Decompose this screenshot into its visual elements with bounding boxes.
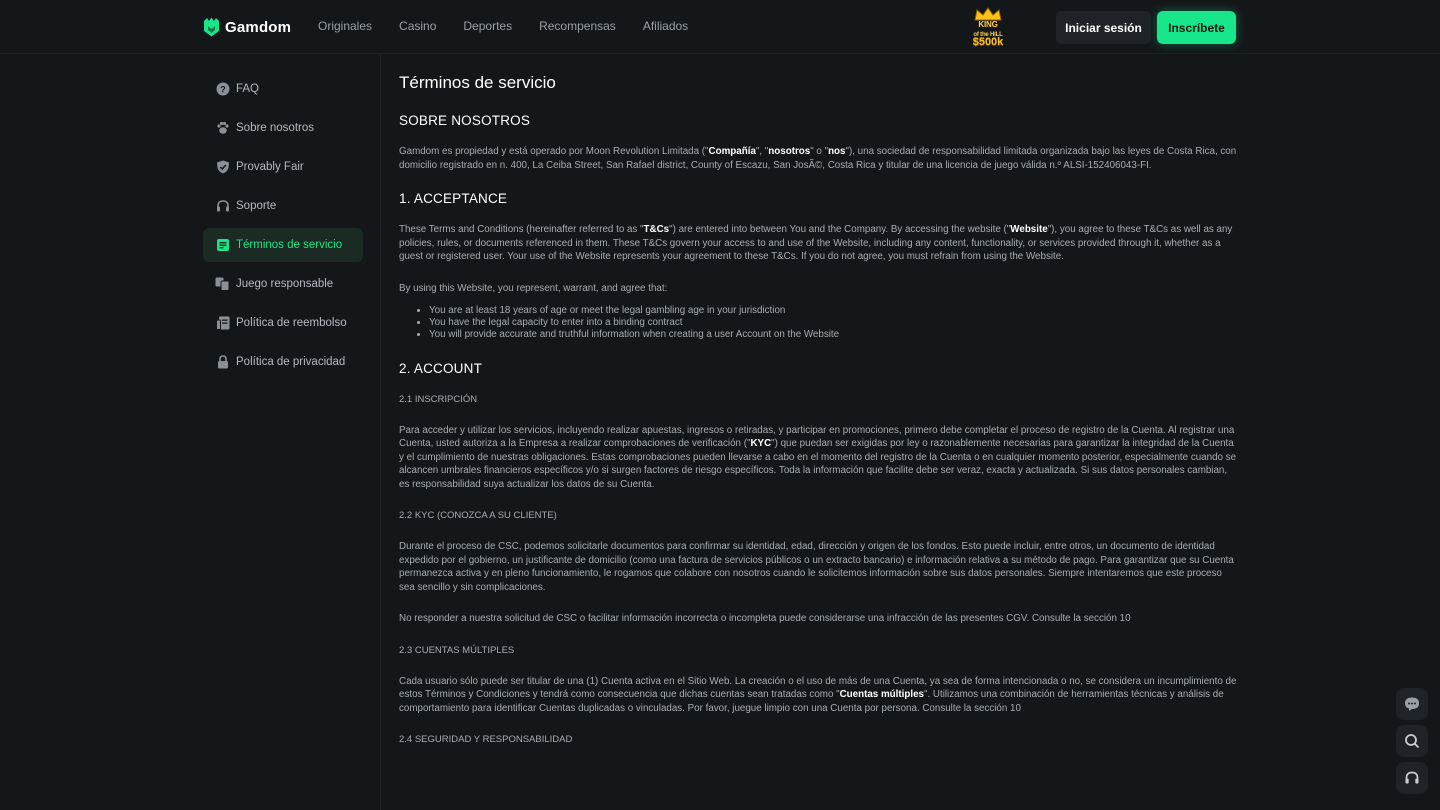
registration-paragraph: Para acceder y utilizar los servicios, i… — [399, 424, 1237, 492]
signup-button[interactable]: Inscríbete — [1157, 11, 1236, 44]
sidebar-item-privacy-policy[interactable]: Política de privacidad — [203, 345, 363, 379]
acceptance-intro: By using this Website, you represent, wa… — [399, 282, 668, 294]
subsection-heading-registration: 2.1 INSCRIPCIÓN — [399, 393, 478, 405]
text-segment: ") are entered into between You and the … — [669, 224, 1011, 235]
sidebar-item-support[interactable]: Soporte — [203, 189, 363, 223]
sidebar-item-label: Soporte — [236, 200, 277, 212]
text-segment: These Terms and Conditions (hereinafter … — [399, 224, 644, 235]
acceptance-bullet-list: You are at least 18 years of age or meet… — [429, 305, 1237, 342]
promo-line1: KING — [978, 20, 998, 29]
about-paragraph: Gamdom es propiedad y está operado por M… — [399, 145, 1237, 172]
sidebar-item-label: Términos de servicio — [236, 239, 343, 251]
section-heading-account: 2. ACCOUNT — [399, 360, 483, 376]
refund-icon — [215, 316, 230, 331]
help-sidebar: ? FAQ Sobre nosotros Provably Fair Sopor… — [203, 72, 363, 384]
terms-content: Términos de servicio SOBRE NOSOTROS Gamd… — [399, 72, 1237, 764]
multiple-accounts-paragraph: Cada usuario sólo puede ser titular de u… — [399, 675, 1237, 716]
sidebar-item-about[interactable]: Sobre nosotros — [203, 111, 363, 145]
list-item: You are at least 18 years of age or meet… — [429, 305, 1237, 317]
kyc-paragraph: Durante el proceso de CSC, podemos solic… — [399, 541, 1234, 593]
bold-term: T&Cs — [643, 224, 670, 235]
support-button[interactable] — [1396, 762, 1428, 794]
section-heading-about: SOBRE NOSOTROS — [399, 113, 531, 128]
lock-icon — [215, 355, 230, 370]
search-button[interactable] — [1396, 725, 1428, 757]
sidebar-item-label: FAQ — [236, 83, 260, 95]
sidebar-item-label: Provably Fair — [236, 161, 304, 173]
sidebar-item-faq[interactable]: ? FAQ — [203, 72, 363, 106]
search-icon — [1405, 734, 1420, 749]
question-icon: ? — [215, 82, 230, 97]
gamdom-logo[interactable]: Gamdom — [203, 17, 291, 37]
chat-button[interactable] — [1396, 688, 1428, 720]
subsection-heading-multiple-accounts: 2.3 CUENTAS MÚLTIPLES — [399, 644, 515, 656]
headset-icon — [215, 199, 230, 214]
nav-originales[interactable]: Originales — [318, 19, 372, 33]
cards-icon — [215, 277, 230, 292]
page-title: Términos de servicio — [399, 73, 556, 92]
top-header: Gamdom Originales Casino Deportes Recomp… — [0, 0, 1440, 54]
crown-icon — [974, 7, 1002, 21]
section-heading-acceptance: 1. ACCEPTANCE — [399, 191, 508, 206]
nav-recompensas[interactable]: Recompensas — [539, 19, 616, 33]
subsection-heading-kyc: 2.2 KYC (CONOZCA A SU CLIENTE) — [399, 510, 557, 522]
gamdom-logo-icon — [204, 17, 219, 37]
bold-term: Cuentas múltiples — [839, 689, 924, 701]
sidebar-item-terms[interactable]: Términos de servicio — [203, 228, 363, 262]
sidebar-divider — [380, 54, 381, 810]
logo-text: Gamdom — [225, 18, 292, 36]
sidebar-item-label: Política de privacidad — [236, 356, 346, 368]
bold-term: Compañía — [708, 146, 756, 157]
sidebar-item-refund-policy[interactable]: Política de reembolso — [203, 306, 363, 340]
login-button[interactable]: Iniciar sesión — [1056, 11, 1151, 44]
nav-afiliados[interactable]: Afiliados — [643, 19, 688, 33]
shield-check-icon — [215, 160, 230, 175]
kyc-paragraph-2: No responder a nuestra solicitud de CSC … — [399, 613, 1131, 625]
sidebar-item-label: Juego responsable — [236, 278, 334, 290]
bold-term: Website — [1010, 224, 1048, 235]
sidebar-item-label: Política de reembolso — [236, 317, 347, 329]
acceptance-paragraph: These Terms and Conditions (hereinafter … — [399, 223, 1237, 264]
bold-term: KYC — [750, 438, 772, 450]
text-segment: " o " — [810, 146, 829, 157]
main-nav: Originales Casino Deportes Recompensas A… — [318, 19, 715, 33]
sidebar-item-responsible-gaming[interactable]: Juego responsable — [203, 267, 363, 301]
chat-icon — [1405, 697, 1419, 711]
text-segment: ", " — [755, 146, 769, 157]
text-segment: Gamdom es propiedad y está operado por M… — [399, 146, 709, 157]
sidebar-item-label: Sobre nosotros — [236, 122, 314, 134]
bold-term: nosotros — [768, 146, 811, 157]
svg-text:?: ? — [220, 85, 226, 95]
headset-icon — [1405, 771, 1419, 784]
paw-icon — [215, 121, 230, 136]
list-item: You have the legal capacity to enter int… — [429, 317, 1237, 329]
subsection-heading-security: 2.4 SEGURIDAD Y RESPONSABILIDAD — [399, 734, 573, 746]
promo-amount: $500k — [972, 36, 1004, 48]
sidebar-item-provably-fair[interactable]: Provably Fair — [203, 150, 363, 184]
bold-term: nos — [828, 146, 846, 157]
nav-casino[interactable]: Casino — [399, 19, 436, 33]
king-of-the-hill-promo[interactable]: KING of the HILL $500k — [965, 7, 1011, 51]
nav-deportes[interactable]: Deportes — [463, 19, 512, 33]
document-icon — [215, 238, 230, 253]
list-item: You will provide accurate and truthful i… — [429, 329, 1237, 341]
